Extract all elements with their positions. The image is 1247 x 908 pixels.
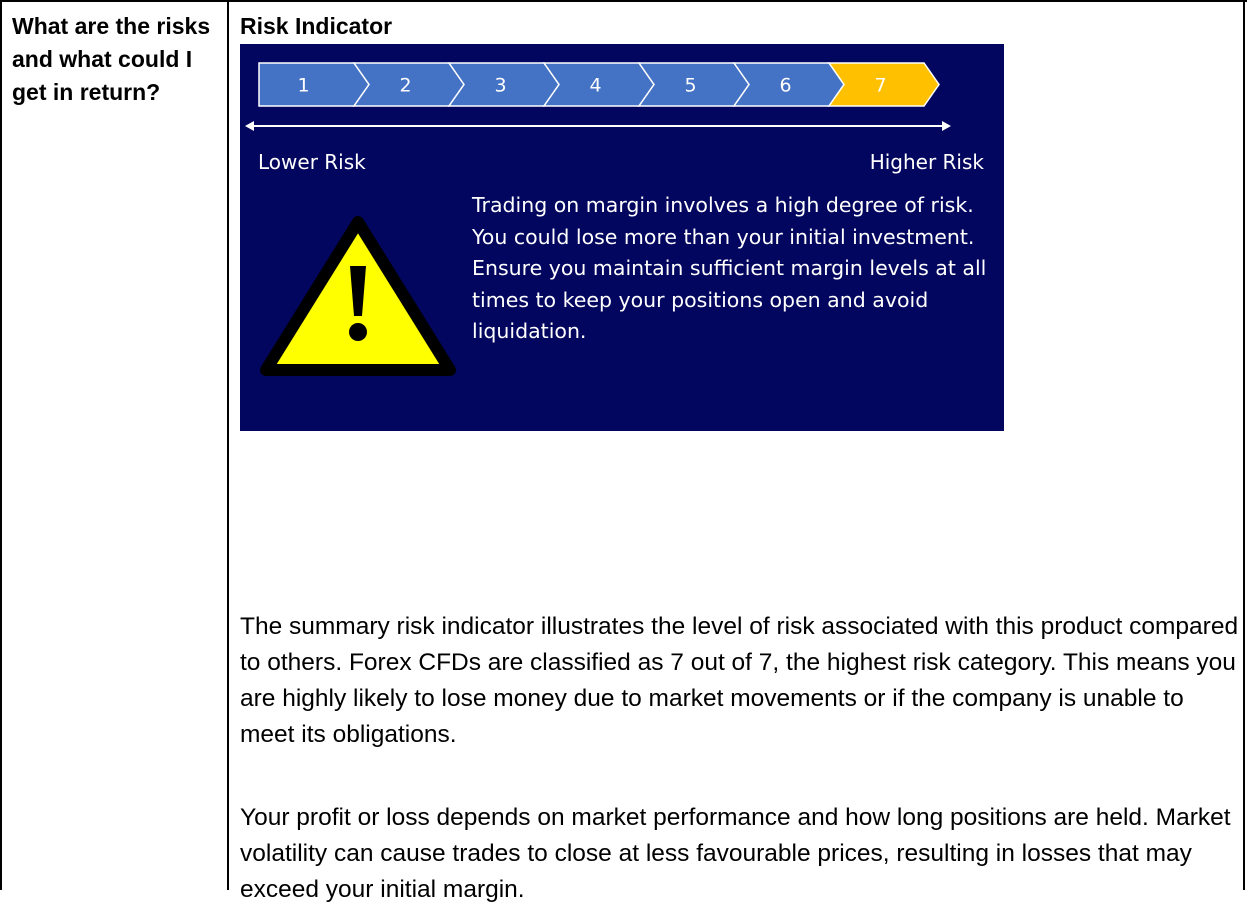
margin-warning-text: Trading on margin involves a high degree… [472, 193, 987, 343]
risk-level-label-5: 5 [684, 75, 696, 97]
warning-triangle-icon [260, 216, 456, 376]
column-divider [227, 0, 229, 890]
axis-arrow-right-icon [942, 121, 951, 131]
risk-level-label-2: 2 [399, 75, 411, 97]
section-question: What are the risks and what could I get … [12, 13, 211, 105]
risk-indicator-heading: Risk Indicator [240, 13, 393, 39]
higher-risk-label: Higher Risk [869, 150, 984, 174]
risk-level-1 [258, 62, 370, 107]
risk-summary-paragraph: The summary risk indicator illustrates t… [240, 613, 1239, 748]
risk-indicator-panel: 1 2 3 4 5 6 7 Lower Risk Higher Risk Trading o… [240, 44, 1004, 431]
risk-level-label-3: 3 [494, 75, 506, 97]
risk-level-label-1: 1 [297, 75, 309, 97]
risk-level-label-6: 6 [779, 75, 791, 97]
lower-risk-label: Lower Risk [258, 150, 366, 174]
risk-level-label-7: 7 [874, 75, 886, 97]
axis-arrow-left-icon [245, 121, 254, 131]
profit-loss-paragraph: Your profit or loss depends on market pe… [240, 804, 1231, 903]
risk-level-label-4: 4 [589, 75, 601, 97]
